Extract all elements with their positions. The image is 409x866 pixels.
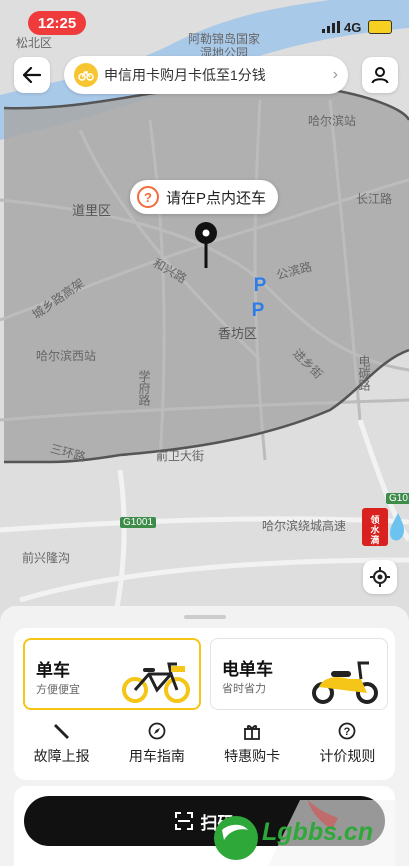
map-base	[0, 0, 409, 640]
map-label-qianxing: 前兴隆沟	[22, 551, 71, 565]
map-label-daoli: 道里区	[72, 203, 112, 218]
locate-icon	[370, 567, 390, 587]
chevron-right-icon: ›	[332, 66, 338, 83]
vehicle-option-bike[interactable]: 单车 方便便宜	[23, 638, 201, 710]
signal-icon	[322, 21, 340, 33]
bike-badge-icon	[74, 63, 98, 87]
action-label: 特惠购卡	[224, 748, 281, 764]
compass-icon	[148, 720, 166, 742]
status-bar: 12:25 4G	[0, 0, 409, 48]
battery-icon	[368, 20, 392, 34]
back-button[interactable]	[14, 57, 50, 93]
action-discount-card[interactable]: 特惠购卡	[205, 720, 300, 776]
water-drop-promo[interactable]: 领水滴	[360, 505, 408, 551]
map-label-qianwei: 前卫大街	[156, 449, 205, 463]
scan-icon	[174, 812, 193, 830]
bicycle-icon	[122, 662, 190, 703]
vehicle-subtitle: 方便便宜	[36, 684, 80, 696]
return-hint-callout: ? 请在P点内还车	[130, 180, 279, 214]
promo-text: 领水滴	[370, 515, 380, 545]
map-label-xuefu: 学府路	[137, 370, 151, 406]
svg-text:?: ?	[344, 726, 351, 738]
wrench-icon	[53, 720, 71, 742]
profile-button[interactable]	[362, 57, 398, 93]
promo-banner-text: 申信用卡购月卡低至1分钱	[104, 67, 266, 83]
map-label-changjiang: 长江路	[356, 192, 393, 206]
action-label: 故障上报	[33, 748, 90, 764]
parking-marker[interactable]: P	[247, 300, 269, 322]
user-icon	[371, 67, 389, 84]
question-icon: ?	[137, 186, 159, 208]
map-label-xiangfang: 香坊区	[218, 326, 258, 341]
location-pin-icon	[195, 222, 217, 268]
locate-button[interactable]	[363, 560, 397, 594]
vehicle-subtitle: 省时省力	[222, 683, 266, 695]
action-label: 计价规则	[319, 748, 376, 764]
action-label: 用车指南	[128, 748, 185, 764]
parking-marker[interactable]: P	[249, 275, 271, 297]
gift-icon	[243, 720, 261, 742]
map-label-harbin-station: 哈尔滨站	[308, 114, 357, 128]
vehicle-panel: 单车 方便便宜 电单车 省时省力 故障上报 用车指南 特惠购卡 ? 计价规则	[14, 628, 395, 780]
action-riding-guide[interactable]: 用车指南	[109, 720, 204, 776]
map-view[interactable]: 松北区 阿勒锦岛国家 湿地公园 哈尔滨站 道里区 长江路 和兴路 公滨路 城乡路…	[0, 0, 409, 640]
vehicle-title: 单车	[36, 661, 70, 680]
action-fault-report[interactable]: 故障上报	[14, 720, 109, 776]
map-label-dianbi: 电碳路	[357, 355, 371, 391]
status-time: 12:25	[28, 11, 86, 35]
map-label-ring-expressway: 哈尔滨绕城高速	[262, 519, 347, 533]
return-hint-text: 请在P点内还车	[166, 189, 267, 207]
help-icon: ?	[338, 720, 356, 742]
map-label-g10: G10	[386, 493, 409, 504]
promo-banner[interactable]: 申信用卡购月卡低至1分钱 ›	[64, 56, 348, 94]
vehicle-option-ebike[interactable]: 电单车 省时省力	[210, 638, 388, 710]
arrow-left-icon	[23, 67, 41, 83]
network-type: 4G	[344, 20, 362, 35]
vehicle-title: 电单车	[222, 660, 273, 679]
map-label-g1001: G1001	[120, 517, 157, 528]
watermark-text: Lgbbs.cn	[262, 818, 374, 846]
map-label-harbin-west: 哈尔滨西站	[36, 349, 97, 363]
quick-actions: 故障上报 用车指南 特惠购卡 ? 计价规则	[14, 720, 395, 776]
action-pricing-rules[interactable]: ? 计价规则	[300, 720, 395, 776]
sheet-drag-handle[interactable]	[184, 615, 226, 619]
ebike-icon	[312, 661, 378, 704]
